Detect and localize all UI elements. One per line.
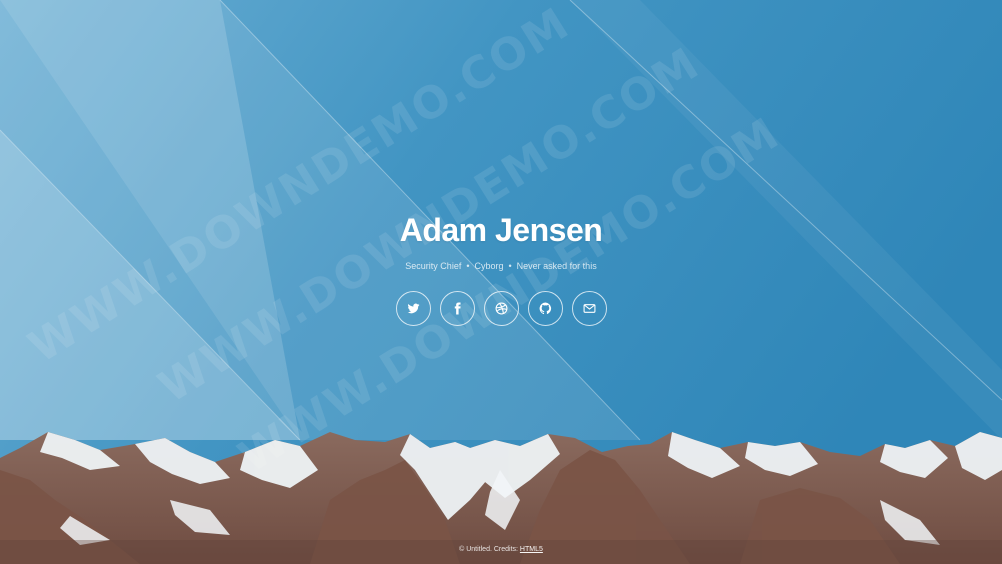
social-links bbox=[0, 291, 1002, 326]
dribbble-button[interactable] bbox=[483, 291, 519, 326]
mail-icon bbox=[583, 304, 595, 313]
twitter-icon bbox=[407, 303, 419, 314]
facebook-icon bbox=[454, 302, 461, 315]
tagline-item: Never asked for this bbox=[516, 261, 597, 271]
footer-text: © Untitled. Credits: bbox=[459, 546, 518, 553]
tagline-item: Cyborg bbox=[474, 261, 504, 271]
github-icon bbox=[539, 302, 551, 315]
footer-credits: © Untitled. Credits: HTML5 bbox=[0, 546, 1002, 553]
github-button[interactable] bbox=[527, 291, 563, 326]
twitter-button[interactable] bbox=[395, 291, 431, 326]
profile-header: Adam Jensen Security Chief • Cyborg • Never … bbox=[0, 212, 1002, 326]
tagline-item: Security Chief bbox=[405, 261, 462, 271]
email-button[interactable] bbox=[571, 291, 607, 326]
facebook-button[interactable] bbox=[439, 291, 475, 326]
profile-tagline: Security Chief • Cyborg • Never asked for th… bbox=[405, 261, 597, 271]
footer-link[interactable]: HTML5 bbox=[520, 546, 543, 553]
dribbble-icon bbox=[495, 302, 507, 315]
profile-name: Adam Jensen bbox=[399, 212, 603, 248]
